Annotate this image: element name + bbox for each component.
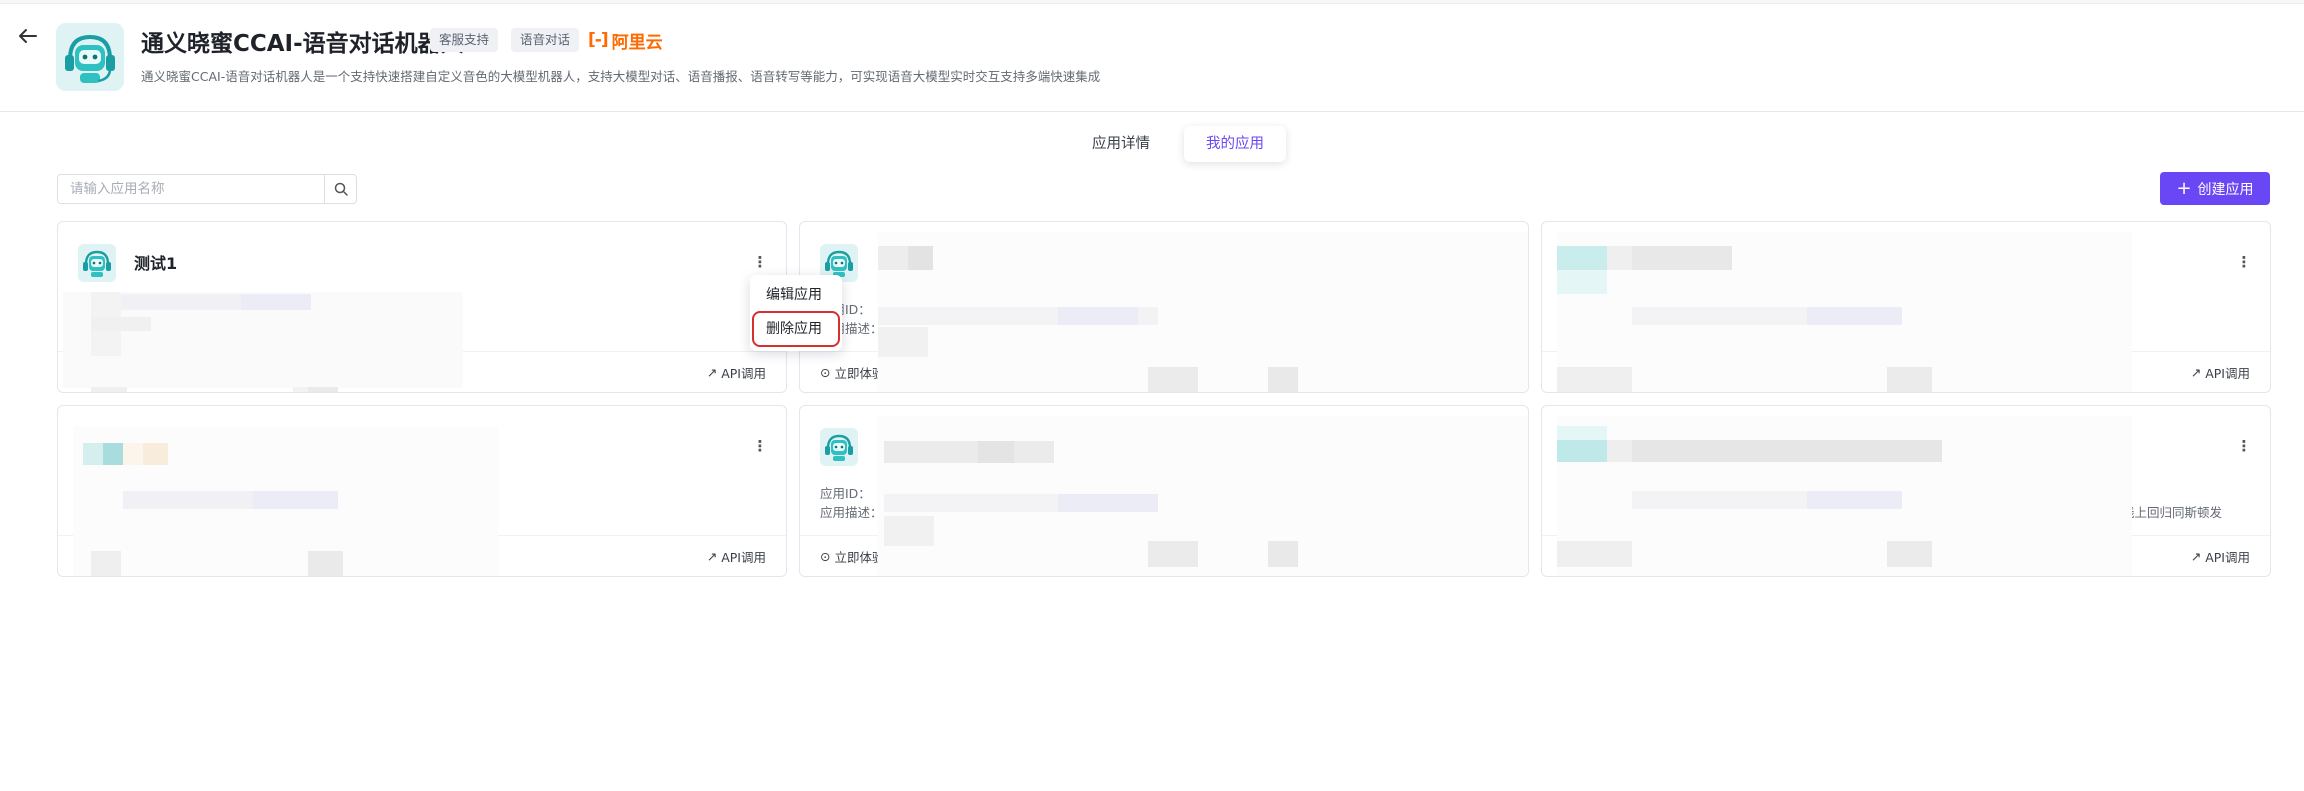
robot-headset-icon bbox=[56, 23, 124, 91]
search-button[interactable] bbox=[324, 175, 356, 203]
arrow-up-right-icon: ↗ bbox=[1448, 549, 1460, 564]
app-card[interactable]: 应用ID： 应用描述： ⊙ 立即体验 ↗ API调用 bbox=[799, 405, 1529, 577]
pixelated-redaction bbox=[878, 232, 1528, 392]
try-now-label: 立即体验 bbox=[92, 366, 143, 381]
arrow-up-right-icon: ↗ bbox=[2190, 365, 2202, 380]
vendor-name: 阿里云 bbox=[611, 32, 663, 53]
card-desc-tail: 天线上回归同斯顿发 bbox=[2109, 505, 2222, 520]
pixelated-redaction bbox=[1557, 416, 2132, 576]
try-now-link[interactable]: ⊙ 立即体验 bbox=[820, 547, 885, 566]
app-title: 通义晓蜜CCAI-语音对话机器人 bbox=[141, 31, 464, 57]
card-divider bbox=[58, 535, 786, 536]
header-divider bbox=[0, 111, 2304, 112]
api-call-label: API调用 bbox=[721, 550, 766, 565]
aliyun-mark-icon: [-] bbox=[588, 30, 609, 50]
search-box bbox=[57, 174, 357, 204]
edit-app-menu-item[interactable]: 编辑应用 bbox=[750, 279, 842, 311]
api-call-link[interactable]: ↗ API调用 bbox=[2191, 363, 2250, 382]
try-now-link[interactable]: ⊙ 立即体验 bbox=[820, 363, 885, 382]
card-desc-label: 应用描述： bbox=[78, 505, 141, 520]
card-logo bbox=[78, 244, 116, 282]
tag-customer-support: 客服支持 bbox=[430, 28, 499, 52]
app-card[interactable]: ⋮ ↗ API调用 bbox=[1541, 221, 2271, 393]
search-input[interactable] bbox=[58, 175, 324, 203]
api-call-label: API调用 bbox=[2205, 550, 2250, 565]
tab-my-apps[interactable]: 我的应用 bbox=[1184, 126, 1286, 162]
api-call-label: API调用 bbox=[1463, 366, 1508, 381]
arrow-left-icon bbox=[19, 29, 37, 43]
create-app-button[interactable]: + 创建应用 bbox=[2160, 172, 2270, 205]
api-call-label: API调用 bbox=[1463, 550, 1508, 565]
try-now-label: 立即体验 bbox=[834, 550, 885, 565]
card-app-id-label: 应用ID： bbox=[820, 486, 871, 501]
card-divider bbox=[58, 351, 786, 352]
back-button[interactable] bbox=[14, 22, 42, 50]
card-actions-dropdown: 编辑应用 删除应用 bbox=[750, 275, 842, 351]
try-now-link[interactable]: ⊙ 立即体验 bbox=[78, 363, 143, 382]
api-call-link[interactable]: ↗ API调用 bbox=[2191, 547, 2250, 566]
api-call-link[interactable]: ↗ API调用 bbox=[1449, 363, 1508, 382]
arrow-up-right-icon: ↗ bbox=[706, 549, 718, 564]
card-divider bbox=[800, 351, 1528, 352]
app-logo bbox=[56, 23, 124, 91]
card-desc-label: 应用描述： bbox=[820, 505, 883, 520]
card-name: 测试1 bbox=[134, 254, 178, 273]
tab-bar: 应用详情 我的应用 bbox=[1070, 126, 1286, 162]
arrow-up-right-icon: ↗ bbox=[2190, 549, 2202, 564]
app-card[interactable]: 测试1 ⋮ 应用ID： 应用描述： ⊙ 立即体验 ↗ API调用 bbox=[57, 221, 787, 393]
create-app-label: 创建应用 bbox=[2197, 181, 2254, 198]
card-divider bbox=[1542, 535, 2270, 536]
robot-headset-icon bbox=[820, 428, 858, 466]
more-vertical-icon[interactable]: ⋮ bbox=[2234, 252, 2254, 272]
play-circle-icon: ⊙ bbox=[820, 365, 831, 380]
api-call-link[interactable]: ↗ API调用 bbox=[707, 547, 766, 566]
play-circle-icon: ⊙ bbox=[820, 549, 831, 564]
more-vertical-icon[interactable]: ⋮ bbox=[750, 252, 770, 272]
app-description: 通义晓蜜CCAI-语音对话机器人是一个支持快速搭建自定义音色的大模型机器人，支持… bbox=[141, 69, 1101, 84]
delete-app-menu-item[interactable]: 删除应用 bbox=[752, 311, 840, 347]
pixelated-redaction bbox=[878, 416, 1528, 576]
search-icon bbox=[334, 182, 348, 196]
try-now-label: 立即体验 bbox=[92, 550, 143, 565]
plus-icon: + bbox=[2176, 177, 2192, 199]
app-card[interactable]: ⋮ 天线上回归同斯顿发 ↗ API调用 bbox=[1541, 405, 2271, 577]
app-card[interactable]: ⋮ 应用ID： 应用描述： ⊙ 立即体验 ↗ API调用 bbox=[57, 405, 787, 577]
play-circle-icon: ⊙ bbox=[78, 549, 89, 564]
more-vertical-icon[interactable]: ⋮ bbox=[750, 436, 770, 456]
aliyun-logo: [-] 阿里云 bbox=[588, 27, 663, 53]
api-call-link[interactable]: ↗ API调用 bbox=[707, 363, 766, 382]
app-card[interactable]: 应用ID： 应用描述： ⊙ 立即体验 ↗ API调用 bbox=[799, 221, 1529, 393]
tag-voice-dialog: 语音对话 bbox=[511, 28, 580, 52]
pixelated-redaction bbox=[1557, 232, 2132, 392]
play-circle-icon: ⊙ bbox=[78, 365, 89, 380]
card-divider bbox=[1542, 351, 2270, 352]
top-strip bbox=[0, 0, 2304, 4]
api-call-link[interactable]: ↗ API调用 bbox=[1449, 547, 1508, 566]
api-call-label: API调用 bbox=[2205, 366, 2250, 381]
card-app-id-label: 应用ID： bbox=[78, 486, 129, 501]
card-logo bbox=[820, 428, 858, 466]
try-now-link[interactable]: ⊙ 立即体验 bbox=[78, 547, 143, 566]
more-vertical-icon[interactable]: ⋮ bbox=[2234, 436, 2254, 456]
robot-headset-icon bbox=[78, 244, 116, 282]
api-call-label: API调用 bbox=[721, 366, 766, 381]
try-now-label: 立即体验 bbox=[834, 366, 885, 381]
tab-app-details[interactable]: 应用详情 bbox=[1070, 126, 1172, 162]
arrow-up-right-icon: ↗ bbox=[706, 365, 718, 380]
card-divider bbox=[800, 535, 1528, 536]
card-app-id-label: 应用ID： bbox=[78, 302, 129, 317]
arrow-up-right-icon: ↗ bbox=[1448, 365, 1460, 380]
card-desc-label: 应用描述： bbox=[78, 321, 141, 336]
